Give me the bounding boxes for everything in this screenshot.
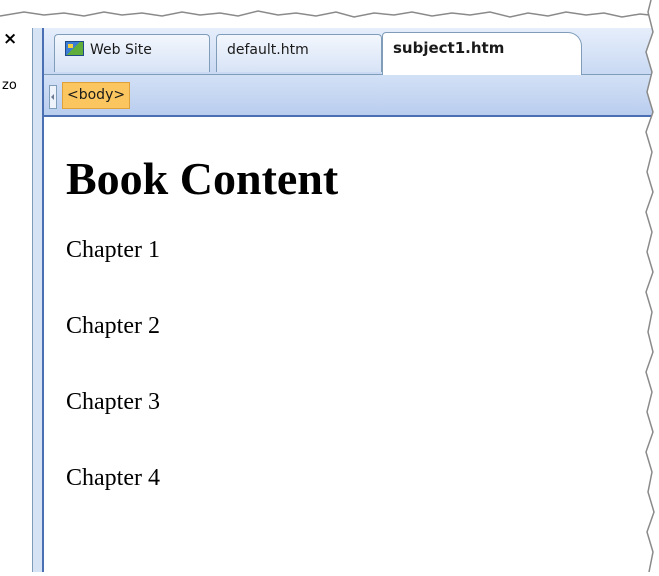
left-panel-truncated-text: zo <box>2 78 17 93</box>
tab-label: default.htm <box>227 42 309 58</box>
splitter-gutter[interactable] <box>33 28 44 572</box>
tag-scroll-left-button[interactable] <box>49 85 57 109</box>
chapter-paragraph: Chapter 3 <box>66 389 160 415</box>
tab-web-site[interactable]: Web Site <box>54 34 210 72</box>
chapter-paragraph: Chapter 1 <box>66 237 160 263</box>
editor-area: Web Site default.htm subject1.htm <body>… <box>44 28 659 572</box>
quick-tag-selector-bar: <body> <box>44 75 659 117</box>
tab-label: Web Site <box>90 42 152 58</box>
tab-default-htm[interactable]: default.htm <box>216 34 382 72</box>
body-tag-chip[interactable]: <body> <box>62 82 131 109</box>
document-content[interactable]: Book Content Chapter 1 Chapter 2 Chapter… <box>66 148 626 538</box>
left-panel: × zo <box>0 28 33 572</box>
document-tab-strip: Web Site default.htm subject1.htm <box>44 28 659 75</box>
chapter-paragraph: Chapter 4 <box>66 465 160 491</box>
web-site-icon <box>65 41 84 56</box>
torn-paper-top-edge <box>0 0 659 28</box>
close-icon[interactable]: × <box>3 30 17 48</box>
tab-subject1-htm[interactable]: subject1.htm <box>382 32 582 75</box>
tab-label: subject1.htm <box>393 39 505 57</box>
page-heading: Book Content <box>66 153 339 204</box>
chapter-paragraph: Chapter 2 <box>66 313 160 339</box>
